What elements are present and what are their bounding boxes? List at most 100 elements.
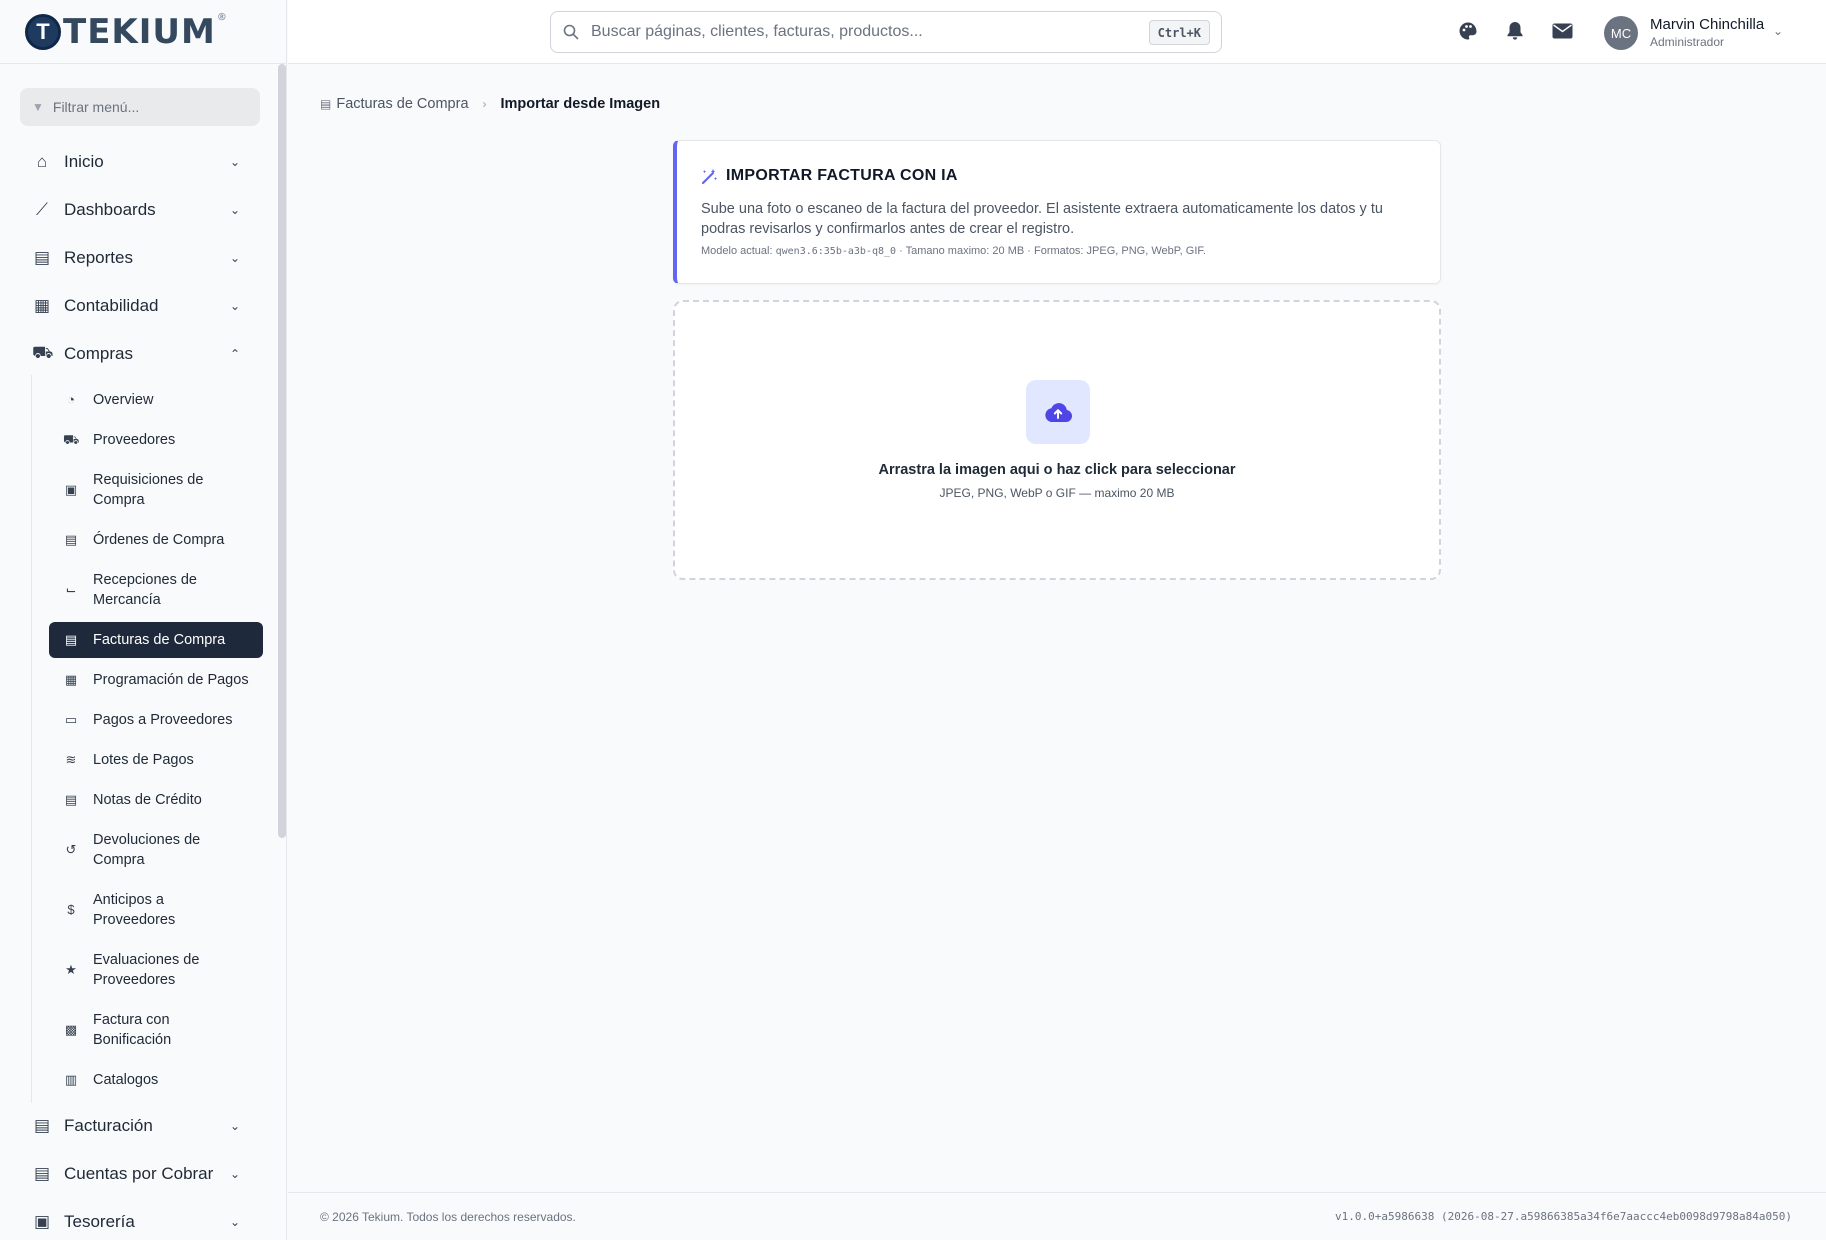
image-dropzone[interactable]: Arrastra la imagen aqui o haz click para… [673, 300, 1441, 580]
breadcrumb-parent-link[interactable]: Facturas de Compra [336, 96, 468, 112]
breadcrumb: ▤ Facturas de Compra › Importar desde Im… [320, 96, 660, 112]
sidebar-subitem-devoluciones[interactable]: ↺ Devoluciones de Compra [49, 830, 263, 870]
sidebar-item-compras[interactable]: ⛟ Compras ⌃ [0, 334, 270, 374]
card-title-row: IMPORTAR FACTURA CON IA [701, 167, 1416, 185]
footer-version: v1.0.0+a5986638 (2026-08-27.a59866385a34… [1335, 1210, 1792, 1223]
home-icon: ⌂ [36, 152, 48, 171]
user-role: Administrador [1650, 35, 1725, 49]
sidebar-scrollbar[interactable] [278, 64, 286, 838]
sidebar-item-dashboards[interactable]: ⟋ Dashboards ⌄ [0, 190, 270, 230]
sidebar-subitem-label: Pagos a Proveedores [93, 712, 233, 728]
layers-icon: ≋ [65, 752, 77, 767]
dropzone-subtitle: JPEG, PNG, WebP o GIF — maximo 20 MB [939, 486, 1175, 500]
search-shortcut-badge: Ctrl+K [1148, 20, 1210, 45]
money-bill-icon: ▣ [33, 1212, 51, 1231]
chevron-down-icon[interactable]: ⌄ [1773, 24, 1783, 38]
sidebar-subitem-label: Órdenes de Compra [93, 532, 225, 548]
sidebar-subitem-requisiciones[interactable]: ▣ Requisiciones de Compra [49, 470, 263, 510]
sidebar-subitem-label: Evaluaciones de Proveedores [93, 952, 200, 988]
logo-mark-icon: T [25, 13, 61, 50]
chevron-down-icon: ⌄ [229, 1119, 240, 1133]
clipboard-icon: ▣ [64, 482, 78, 497]
sidebar-subitem-label: Anticipos a Proveedores [93, 892, 176, 928]
sidebar-subitem-anticipos[interactable]: $ Anticipos a Proveedores [49, 890, 263, 930]
sidebar-item-inicio[interactable]: ⌂ Inicio ⌄ [0, 142, 270, 182]
sidebar-subitem-label: Programación de Pagos [93, 672, 249, 688]
sidebar-item-label: Cuentas por Cobrar [64, 1164, 214, 1183]
undo-icon: ↺ [65, 842, 77, 857]
sidebar-subitem-facturas-de-compra[interactable]: ▤ Facturas de Compra [49, 622, 263, 658]
sidebar-subitem-catalogos[interactable]: ▥ Catalogos [49, 1067, 263, 1093]
submenu-guide-line [31, 375, 32, 1103]
sidebar-subitem-label: Facturas de Compra [93, 632, 226, 648]
sidebar-subitem-notas-credito[interactable]: ▤ Notas de Crédito [49, 787, 263, 813]
chevron-down-icon: ⌄ [229, 155, 240, 169]
brand-logo[interactable]: T TEKIUM® [0, 0, 286, 64]
sidebar-subitem-label: Requisiciones de Compra [93, 472, 204, 508]
user-name[interactable]: Marvin Chinchilla [1650, 16, 1764, 33]
card-meta: Modelo actual: qwen3.6:35b-a3b-q8_0 · Ta… [701, 245, 1416, 257]
dolly-icon: ⌙ [65, 582, 77, 597]
chevron-down-icon: ⌄ [229, 251, 240, 265]
palette-icon[interactable] [1458, 21, 1478, 41]
document-icon: ▤ [33, 248, 51, 267]
sidebar-subitem-factura-bonificacion[interactable]: ▩ Factura con Bonificación [49, 1010, 263, 1050]
sidebar-item-tesoreria[interactable]: ▣ Tesorería ⌄ [0, 1202, 270, 1240]
note-icon: ▤ [64, 792, 78, 807]
sidebar-subitem-lotes-pagos[interactable]: ≋ Lotes de Pagos [49, 747, 263, 773]
sidebar-item-label: Dashboards [64, 200, 156, 219]
brand-name: TEKIUM® [63, 11, 228, 52]
sidebar-subitem-label: Devoluciones de Compra [93, 832, 201, 868]
upload-icon-wrapper [1026, 380, 1090, 444]
dropzone-title: Arrastra la imagen aqui o haz click para… [878, 462, 1236, 478]
invoice-dollar-icon: ▤ [33, 1116, 51, 1135]
sidebar-subitem-recepciones[interactable]: ⌙ Recepciones de Mercancía [49, 570, 263, 610]
card-description: Sube una foto o escaneo de la factura de… [701, 201, 1383, 237]
sidebar-subitem-pagos-proveedores[interactable]: ▭ Pagos a Proveedores [49, 707, 263, 733]
mail-icon[interactable] [1552, 23, 1573, 39]
gauge-icon: ◔ [67, 392, 75, 407]
import-info-card: IMPORTAR FACTURA CON IA Sube una foto o … [673, 140, 1441, 284]
menu-filter-placeholder: Filtrar menú... [52, 99, 140, 115]
chevron-down-icon: ⌄ [229, 1215, 240, 1229]
bell-icon[interactable] [1506, 21, 1524, 41]
sidebar-subitem-overview[interactable]: ◔ Overview [49, 387, 263, 413]
invoice-icon: ▤ [64, 632, 78, 647]
global-search-input[interactable]: Buscar páginas, clientes, facturas, prod… [550, 11, 1222, 53]
filter-icon: ▼ [32, 100, 44, 114]
cloud-upload-icon [1045, 403, 1073, 423]
sidebar-subitem-label: Recepciones de Mercancía [93, 572, 197, 608]
menu-filter-input[interactable]: ▼ Filtrar menú... [20, 88, 260, 126]
sidebar-subitem-label: Catalogos [93, 1072, 159, 1088]
sidebar-subitem-label: Notas de Crédito [93, 792, 202, 808]
search-icon [563, 24, 579, 40]
sidebar-item-reportes[interactable]: ▤ Reportes ⌄ [0, 238, 270, 278]
book-icon: ▥ [64, 1072, 78, 1087]
sidebar-subitem-evaluaciones[interactable]: ★ Evaluaciones de Proveedores [49, 950, 263, 990]
sidebar-item-contabilidad[interactable]: ▦ Contabilidad ⌄ [0, 286, 270, 326]
sidebar: T TEKIUM® ▼ Filtrar menú... ⌂ Inicio ⌄ ⟋… [0, 0, 287, 1240]
gift-icon: ▩ [64, 1022, 78, 1037]
chevron-down-icon: ⌄ [229, 203, 240, 217]
sidebar-subitem-label: Proveedores [93, 432, 176, 448]
page-footer: © 2026 Tekium. Todos los derechos reserv… [288, 1192, 1826, 1240]
sidebar-item-cuentas-por-cobrar[interactable]: ▤ Cuentas por Cobrar ⌄ [0, 1154, 270, 1194]
meta-prefix: Modelo actual: [701, 245, 776, 257]
sidebar-subitem-programacion-pagos[interactable]: ▦ Programación de Pagos [49, 667, 263, 693]
sidebar-item-label: Contabilidad [64, 296, 159, 315]
hand-dollar-icon: $ [67, 902, 75, 917]
star-icon: ★ [65, 962, 77, 977]
receivable-icon: ▤ [33, 1164, 51, 1183]
truck-icon: ⛟ [63, 432, 80, 447]
sidebar-item-label: Compras [64, 344, 133, 363]
calculator-icon: ▦ [33, 296, 51, 315]
user-avatar[interactable]: MC [1604, 16, 1638, 50]
sidebar-item-facturacion[interactable]: ▤ Facturación ⌄ [0, 1106, 270, 1146]
top-header: Buscar páginas, clientes, facturas, prod… [288, 0, 1826, 64]
magic-wand-icon [701, 168, 718, 184]
chevron-up-icon: ⌃ [229, 347, 240, 361]
sidebar-subitem-proveedores[interactable]: ⛟ Proveedores [49, 427, 263, 453]
sidebar-subitem-ordenes[interactable]: ▤ Órdenes de Compra [49, 527, 263, 553]
file-icon: ▤ [64, 532, 78, 547]
sidebar-item-label: Reportes [64, 248, 133, 267]
